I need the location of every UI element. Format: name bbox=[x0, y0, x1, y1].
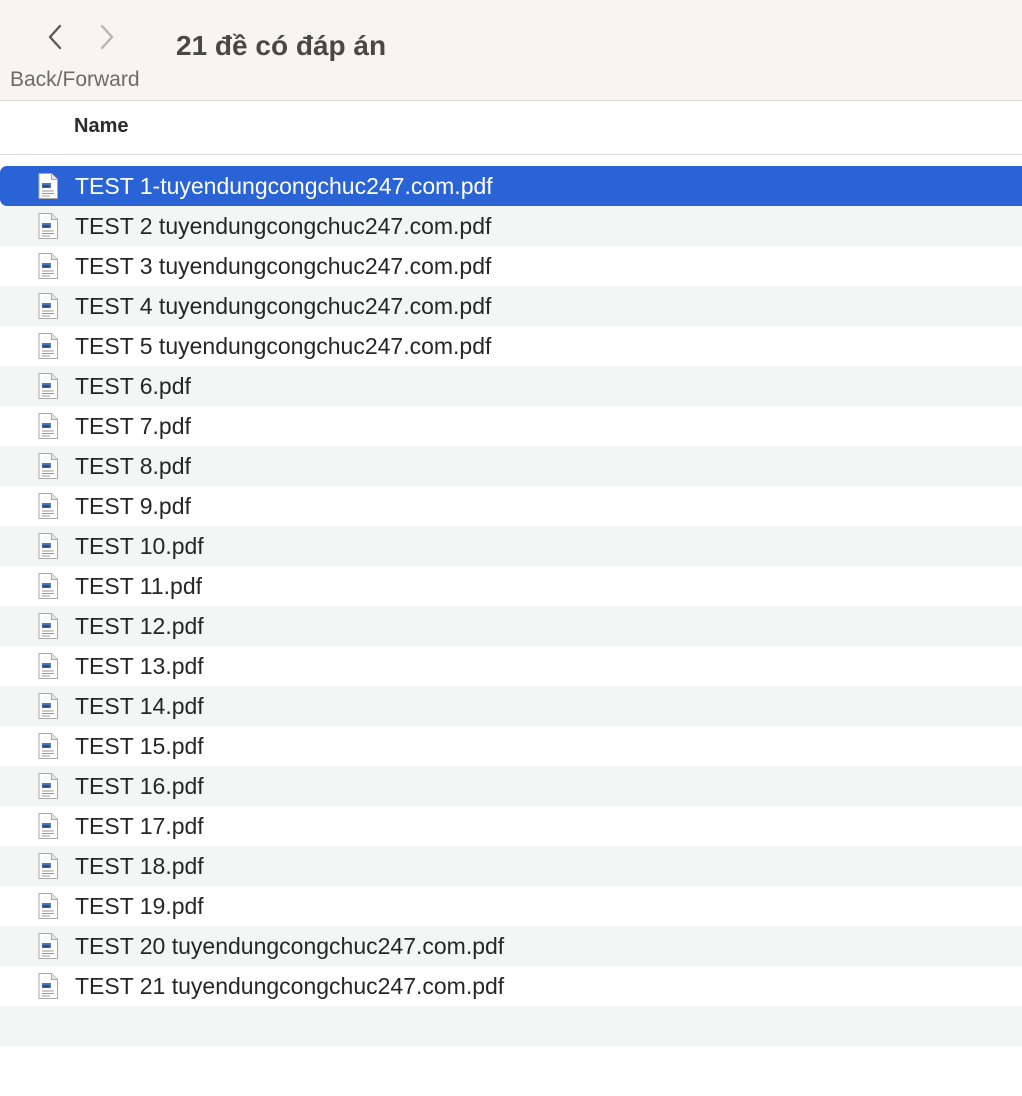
pdf-file-icon bbox=[38, 813, 58, 839]
forward-button[interactable] bbox=[94, 20, 120, 54]
file-name: TEST 15.pdf bbox=[75, 733, 204, 759]
file-name: TEST 9.pdf bbox=[75, 493, 191, 519]
file-row[interactable]: TEST 21 tuyendungcongchuc247.com.pdf bbox=[0, 966, 1022, 1006]
file-row[interactable]: TEST 20 tuyendungcongchuc247.com.pdf bbox=[0, 926, 1022, 966]
file-name: TEST 12.pdf bbox=[75, 613, 204, 639]
file-name: TEST 11.pdf bbox=[75, 573, 202, 599]
file-name: TEST 16.pdf bbox=[75, 773, 204, 799]
file-row[interactable]: TEST 1-tuyendungcongchuc247.com.pdf bbox=[0, 166, 1022, 206]
pdf-file-icon bbox=[38, 293, 58, 319]
pdf-file-icon bbox=[38, 733, 58, 759]
pdf-file-icon bbox=[38, 333, 58, 359]
pdf-file-icon bbox=[38, 253, 58, 279]
file-row[interactable]: TEST 11.pdf bbox=[0, 566, 1022, 606]
file-row[interactable]: TEST 17.pdf bbox=[0, 806, 1022, 846]
pdf-file-icon bbox=[38, 693, 58, 719]
column-header-name[interactable]: Name bbox=[74, 115, 128, 138]
pdf-file-icon bbox=[38, 173, 58, 199]
chevron-right-icon bbox=[100, 24, 114, 50]
file-name: TEST 8.pdf bbox=[75, 453, 191, 479]
file-row[interactable]: TEST 4 tuyendungcongchuc247.com.pdf bbox=[0, 286, 1022, 326]
file-name: TEST 21 tuyendungcongchuc247.com.pdf bbox=[75, 973, 505, 999]
file-name: TEST 10.pdf bbox=[75, 533, 204, 559]
pdf-file-icon bbox=[38, 213, 58, 239]
file-row[interactable]: TEST 10.pdf bbox=[0, 526, 1022, 566]
file-name: TEST 18.pdf bbox=[75, 853, 204, 879]
toolbar: Back/Forward 21 đề có đáp án bbox=[0, 0, 1022, 101]
file-row[interactable]: TEST 18.pdf bbox=[0, 846, 1022, 886]
file-row[interactable]: TEST 3 tuyendungcongchuc247.com.pdf bbox=[0, 246, 1022, 286]
file-row[interactable]: TEST 8.pdf bbox=[0, 446, 1022, 486]
file-name: TEST 4 tuyendungcongchuc247.com.pdf bbox=[75, 293, 492, 319]
file-name: TEST 7.pdf bbox=[75, 413, 191, 439]
file-name: TEST 13.pdf bbox=[75, 653, 204, 679]
file-row[interactable]: TEST 5 tuyendungcongchuc247.com.pdf bbox=[0, 326, 1022, 366]
chevron-left-icon bbox=[48, 24, 62, 50]
file-row[interactable]: TEST 6.pdf bbox=[0, 366, 1022, 406]
column-header-bar: Name bbox=[0, 101, 1022, 155]
file-name: TEST 14.pdf bbox=[75, 693, 204, 719]
file-name: TEST 1-tuyendungcongchuc247.com.pdf bbox=[75, 173, 493, 199]
pdf-file-icon bbox=[38, 773, 58, 799]
file-name: TEST 2 tuyendungcongchuc247.com.pdf bbox=[75, 213, 492, 239]
pdf-file-icon bbox=[38, 573, 58, 599]
pdf-file-icon bbox=[38, 493, 58, 519]
file-row[interactable]: TEST 19.pdf bbox=[0, 886, 1022, 926]
file-row[interactable]: TEST 12.pdf bbox=[0, 606, 1022, 646]
file-row[interactable]: TEST 7.pdf bbox=[0, 406, 1022, 446]
pdf-file-icon bbox=[38, 653, 58, 679]
pdf-file-icon bbox=[38, 933, 58, 959]
file-name: TEST 5 tuyendungcongchuc247.com.pdf bbox=[75, 333, 492, 359]
file-row[interactable]: TEST 9.pdf bbox=[0, 486, 1022, 526]
file-row[interactable]: TEST 2 tuyendungcongchuc247.com.pdf bbox=[0, 206, 1022, 246]
file-name: TEST 19.pdf bbox=[75, 893, 204, 919]
file-row[interactable]: TEST 13.pdf bbox=[0, 646, 1022, 686]
file-list: TEST 1-tuyendungcongchuc247.com.pdf TEST … bbox=[0, 166, 1022, 1086]
pdf-file-icon bbox=[38, 613, 58, 639]
window-title: 21 đề có đáp án bbox=[176, 30, 387, 61]
pdf-file-icon bbox=[38, 853, 58, 879]
pdf-file-icon bbox=[38, 373, 58, 399]
file-row[interactable]: TEST 15.pdf bbox=[0, 726, 1022, 766]
file-name: TEST 17.pdf bbox=[75, 813, 204, 839]
pdf-file-icon bbox=[38, 533, 58, 559]
pdf-file-icon bbox=[38, 413, 58, 439]
pdf-file-icon bbox=[38, 973, 58, 999]
file-row[interactable]: TEST 16.pdf bbox=[0, 766, 1022, 806]
file-name: TEST 6.pdf bbox=[75, 373, 191, 399]
file-row[interactable]: TEST 14.pdf bbox=[0, 686, 1022, 726]
file-name: TEST 3 tuyendungcongchuc247.com.pdf bbox=[75, 253, 492, 279]
pdf-file-icon bbox=[38, 453, 58, 479]
back-forward-label: Back/Forward bbox=[10, 68, 140, 91]
empty-row bbox=[0, 1046, 1022, 1086]
file-name: TEST 20 tuyendungcongchuc247.com.pdf bbox=[75, 933, 505, 959]
pdf-file-icon bbox=[38, 893, 58, 919]
finder-window: Back/Forward 21 đề có đáp án Name TEST 1… bbox=[0, 0, 1022, 1096]
empty-row bbox=[0, 1006, 1022, 1046]
back-button[interactable] bbox=[42, 20, 68, 54]
